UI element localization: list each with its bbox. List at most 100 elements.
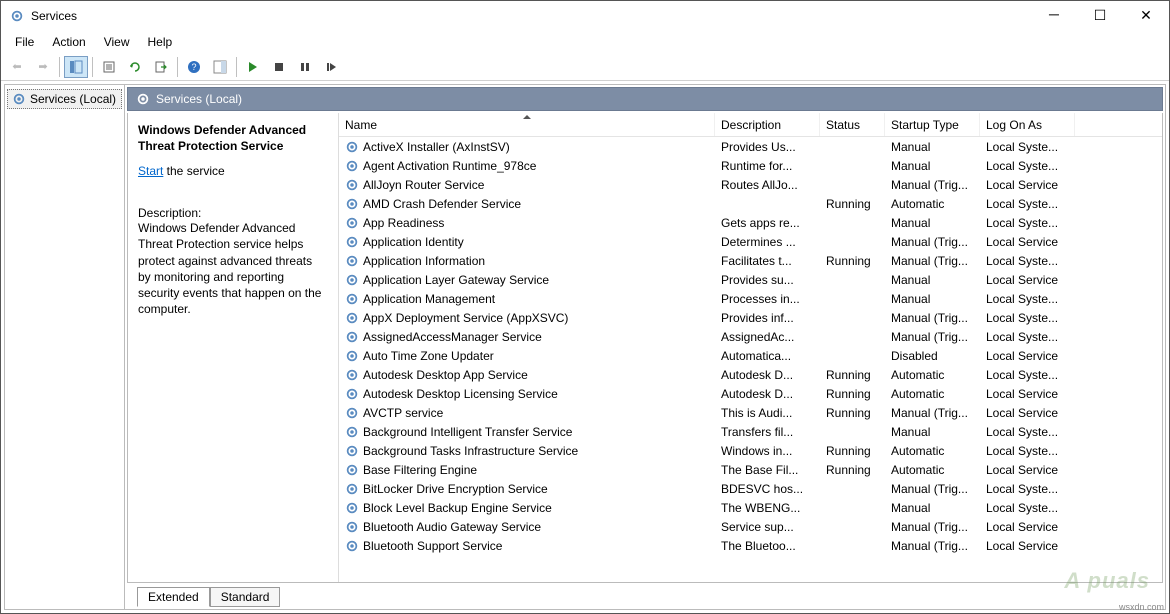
- table-row[interactable]: AssignedAccessManager ServiceAssignedAc.…: [339, 327, 1162, 346]
- table-row[interactable]: Bluetooth Support ServiceThe Bluetoo...M…: [339, 536, 1162, 555]
- cell-description: Provides su...: [715, 273, 820, 287]
- properties-button[interactable]: [97, 56, 121, 78]
- menu-action[interactable]: Action: [44, 33, 93, 51]
- grid-body[interactable]: ActiveX Installer (AxInstSV)Provides Us.…: [339, 137, 1162, 582]
- services-window: Services ─ ☐ ✕ File Action View Help ⬅ ➡: [0, 0, 1170, 614]
- menu-file[interactable]: File: [7, 33, 42, 51]
- table-row[interactable]: Agent Activation Runtime_978ceRuntime fo…: [339, 156, 1162, 175]
- gear-icon: [345, 387, 359, 401]
- cell-name: Application Information: [339, 254, 715, 268]
- cell-startup: Automatic: [885, 463, 980, 477]
- table-row[interactable]: Background Tasks Infrastructure ServiceW…: [339, 441, 1162, 460]
- table-row[interactable]: AllJoyn Router ServiceRoutes AllJo...Man…: [339, 175, 1162, 194]
- stop-service-button[interactable]: [267, 56, 291, 78]
- refresh-button[interactable]: [123, 56, 147, 78]
- table-row[interactable]: Autodesk Desktop App ServiceAutodesk D..…: [339, 365, 1162, 384]
- tab-extended[interactable]: Extended: [137, 587, 210, 607]
- cell-startup: Manual: [885, 159, 980, 173]
- table-row[interactable]: AMD Crash Defender ServiceRunningAutomat…: [339, 194, 1162, 213]
- minimize-button[interactable]: ─: [1031, 1, 1077, 31]
- back-button[interactable]: ⬅: [5, 56, 29, 78]
- cell-description: Processes in...: [715, 292, 820, 306]
- cell-description: Provides inf...: [715, 311, 820, 325]
- tree-panel: Services (Local): [5, 85, 125, 609]
- forward-button[interactable]: ➡: [31, 56, 55, 78]
- column-header-name[interactable]: Name: [339, 113, 715, 136]
- pause-service-button[interactable]: [293, 56, 317, 78]
- tab-standard[interactable]: Standard: [210, 587, 281, 607]
- gear-icon: [345, 482, 359, 496]
- table-row[interactable]: AVCTP serviceThis is Audi...RunningManua…: [339, 403, 1162, 422]
- table-row[interactable]: AppX Deployment Service (AppXSVC)Provide…: [339, 308, 1162, 327]
- separator: [236, 57, 237, 77]
- cell-name: Application Layer Gateway Service: [339, 273, 715, 287]
- table-row[interactable]: Base Filtering EngineThe Base Fil...Runn…: [339, 460, 1162, 479]
- table-row[interactable]: Application ManagementProcesses in...Man…: [339, 289, 1162, 308]
- window-buttons: ─ ☐ ✕: [1031, 1, 1169, 31]
- cell-startup: Manual (Trig...: [885, 520, 980, 534]
- cell-startup: Manual: [885, 140, 980, 154]
- start-service-button[interactable]: [241, 56, 265, 78]
- cell-description: Routes AllJo...: [715, 178, 820, 192]
- show-hide-action-pane-button[interactable]: [208, 56, 232, 78]
- column-header-status[interactable]: Status: [820, 113, 885, 136]
- cell-status: Running: [820, 197, 885, 211]
- cell-description: Determines ...: [715, 235, 820, 249]
- cell-name: ActiveX Installer (AxInstSV): [339, 140, 715, 154]
- menu-view[interactable]: View: [96, 33, 138, 51]
- table-row[interactable]: Bluetooth Audio Gateway ServiceService s…: [339, 517, 1162, 536]
- cell-logon: Local Syste...: [980, 197, 1075, 211]
- start-service-link[interactable]: Start: [138, 164, 163, 178]
- header-strip-label: Services (Local): [156, 92, 242, 106]
- gear-icon: [345, 539, 359, 553]
- cell-startup: Manual: [885, 273, 980, 287]
- help-button[interactable]: ?: [182, 56, 206, 78]
- table-row[interactable]: Application InformationFacilitates t...R…: [339, 251, 1162, 270]
- gear-icon: [345, 273, 359, 287]
- column-header-startup[interactable]: Startup Type: [885, 113, 980, 136]
- cell-logon: Local Service: [980, 387, 1075, 401]
- cell-logon: Local Syste...: [980, 216, 1075, 230]
- close-button[interactable]: ✕: [1123, 1, 1169, 31]
- table-row[interactable]: ActiveX Installer (AxInstSV)Provides Us.…: [339, 137, 1162, 156]
- maximize-button[interactable]: ☐: [1077, 1, 1123, 31]
- cell-logon: Local Service: [980, 463, 1075, 477]
- table-row[interactable]: Application Layer Gateway ServiceProvide…: [339, 270, 1162, 289]
- cell-startup: Manual (Trig...: [885, 539, 980, 553]
- restart-service-button[interactable]: [319, 56, 343, 78]
- cell-logon: Local Syste...: [980, 501, 1075, 515]
- cell-logon: Local Service: [980, 178, 1075, 192]
- cell-startup: Manual (Trig...: [885, 406, 980, 420]
- export-button[interactable]: [149, 56, 173, 78]
- cell-name: App Readiness: [339, 216, 715, 230]
- cell-name: Autodesk Desktop Licensing Service: [339, 387, 715, 401]
- table-row[interactable]: BitLocker Drive Encryption ServiceBDESVC…: [339, 479, 1162, 498]
- table-row[interactable]: Block Level Backup Engine ServiceThe WBE…: [339, 498, 1162, 517]
- table-row[interactable]: Background Intelligent Transfer ServiceT…: [339, 422, 1162, 441]
- cell-name: AMD Crash Defender Service: [339, 197, 715, 211]
- table-row[interactable]: Autodesk Desktop Licensing ServiceAutode…: [339, 384, 1162, 403]
- table-row[interactable]: Application IdentityDetermines ...Manual…: [339, 232, 1162, 251]
- cell-startup: Manual: [885, 216, 980, 230]
- selected-service-name: Windows Defender Advanced Threat Protect…: [138, 123, 326, 154]
- table-row[interactable]: App ReadinessGets apps re...ManualLocal …: [339, 213, 1162, 232]
- cell-logon: Local Syste...: [980, 330, 1075, 344]
- menu-help[interactable]: Help: [140, 33, 181, 51]
- view-tabs: Extended Standard: [127, 585, 1163, 607]
- grid-header: Name Description Status Startup Type Log…: [339, 113, 1162, 137]
- toolbar: ⬅ ➡ ?: [1, 53, 1169, 81]
- cell-name: Background Tasks Infrastructure Service: [339, 444, 715, 458]
- header-strip: Services (Local): [127, 87, 1163, 111]
- separator: [92, 57, 93, 77]
- gear-icon: [12, 92, 26, 106]
- cell-logon: Local Service: [980, 273, 1075, 287]
- column-header-logon[interactable]: Log On As: [980, 113, 1075, 136]
- column-header-filler: [1075, 113, 1162, 136]
- cell-startup: Manual: [885, 425, 980, 439]
- tree-root-services-local[interactable]: Services (Local): [7, 89, 122, 109]
- show-hide-tree-button[interactable]: [64, 56, 88, 78]
- cell-name: Application Management: [339, 292, 715, 306]
- table-row[interactable]: Auto Time Zone UpdaterAutomatica...Disab…: [339, 346, 1162, 365]
- column-header-description[interactable]: Description: [715, 113, 820, 136]
- gear-icon: [345, 349, 359, 363]
